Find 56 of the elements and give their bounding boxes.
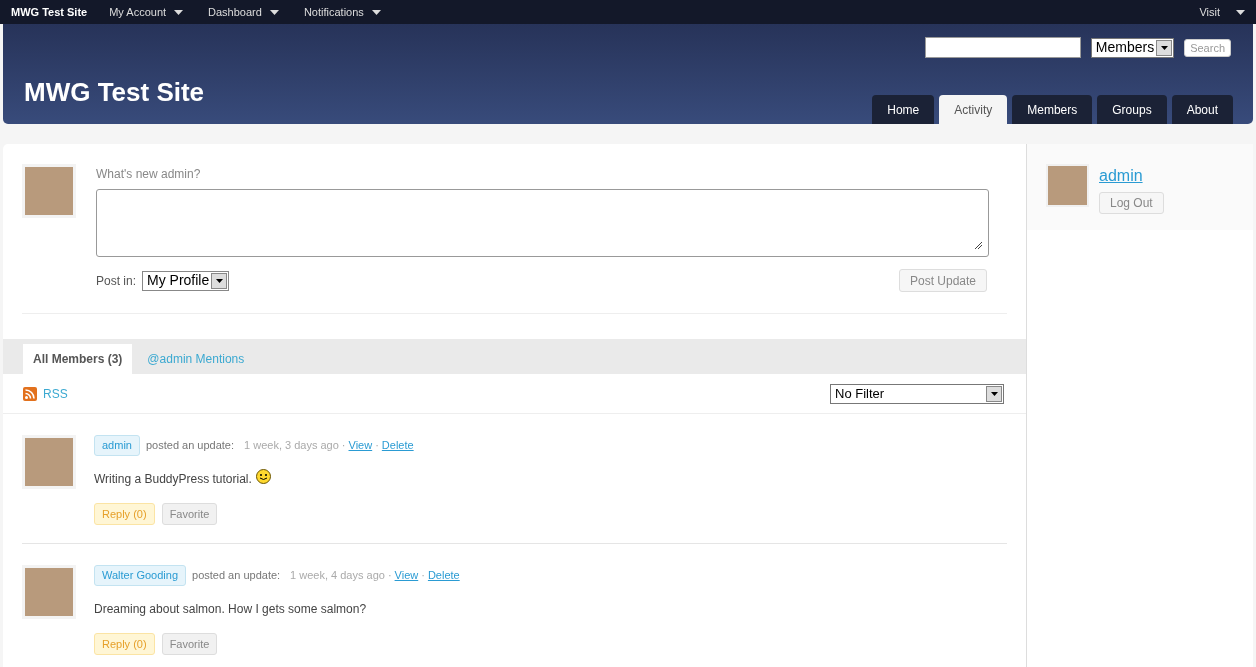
- activity-action: posted an update:: [145, 438, 235, 454]
- separator-dot: ·: [341, 438, 346, 454]
- reply-button[interactable]: Reply (0): [94, 633, 155, 655]
- post-in-select[interactable]: My Profile: [142, 270, 230, 291]
- caret-icon: [174, 9, 184, 15]
- delete-link[interactable]: Delete: [381, 437, 414, 454]
- admin-bar-menu[interactable]: My Account: [109, 3, 184, 21]
- nav-tab[interactable]: Home: [872, 95, 935, 124]
- reply-button[interactable]: Reply (0): [94, 503, 155, 525]
- activity-filter-select[interactable]: No Filter: [830, 383, 1004, 404]
- avatar-photo-placeholder: [1046, 164, 1089, 207]
- delete-link[interactable]: Delete: [427, 567, 460, 584]
- avatar-photo-placeholder: [22, 565, 76, 619]
- nav-tab[interactable]: Members: [1012, 95, 1093, 124]
- separator-dot: ·: [421, 568, 425, 584]
- resize-grip-icon: [974, 241, 982, 249]
- post-prompt: What's new admin?: [96, 166, 202, 183]
- smiley-icon: [255, 468, 271, 484]
- favorite-button[interactable]: Favorite: [161, 503, 218, 525]
- search-scope-select[interactable]: Members: [1090, 37, 1175, 58]
- post-textarea[interactable]: [96, 189, 989, 257]
- visit-menu[interactable]: Visit: [1199, 3, 1245, 21]
- activity-action: posted an update:: [192, 568, 281, 584]
- search-button[interactable]: Search: [1184, 38, 1231, 57]
- admin-bar-menu[interactable]: Dashboard: [208, 3, 279, 21]
- activity-time: 1 week, 3 days ago: [244, 438, 339, 454]
- nav-tab[interactable]: About: [1171, 95, 1233, 124]
- log-out-button[interactable]: Log Out: [1099, 192, 1164, 214]
- nav-tab[interactable]: Groups: [1097, 95, 1167, 124]
- favorite-button[interactable]: Favorite: [161, 633, 218, 655]
- nav-tab[interactable]: Activity: [939, 95, 1008, 124]
- stream-filter-tab[interactable]: @admin Mentions: [137, 344, 255, 374]
- stream-filter-tab[interactable]: All Members (3): [23, 344, 133, 374]
- view-link[interactable]: View: [348, 437, 373, 454]
- caret-icon: [269, 9, 279, 15]
- admin-bar-menu[interactable]: Notifications: [303, 3, 381, 21]
- site-title: MWG Test Site: [24, 76, 205, 109]
- activity-text: Writing a BuddyPress tutorial.: [94, 471, 252, 488]
- admin-bar-site-link[interactable]: MWG Test Site: [11, 3, 88, 21]
- activity-text: Dreaming about salmon. How I gets some salmon?: [94, 601, 367, 618]
- rss-link[interactable]: RSS: [43, 384, 68, 403]
- separator-dot: ·: [375, 438, 379, 454]
- avatar-photo-placeholder: [22, 164, 76, 218]
- caret-icon: [1236, 9, 1245, 15]
- search-field[interactable]: [924, 37, 1081, 58]
- view-link[interactable]: View: [394, 567, 419, 584]
- user-name-badge[interactable]: admin: [94, 435, 140, 456]
- separator-dot: ·: [387, 568, 392, 584]
- sidebar-user-link[interactable]: admin: [1099, 164, 1164, 188]
- rss-icon: [23, 386, 37, 401]
- caret-icon: [371, 9, 381, 15]
- avatar-photo-placeholder: [22, 435, 76, 489]
- post-update-button[interactable]: Post Update: [898, 269, 987, 292]
- user-name-badge[interactable]: Walter Gooding: [94, 565, 187, 586]
- post-in-label: Post in:: [96, 272, 137, 290]
- activity-time: 1 week, 4 days ago: [290, 568, 385, 584]
